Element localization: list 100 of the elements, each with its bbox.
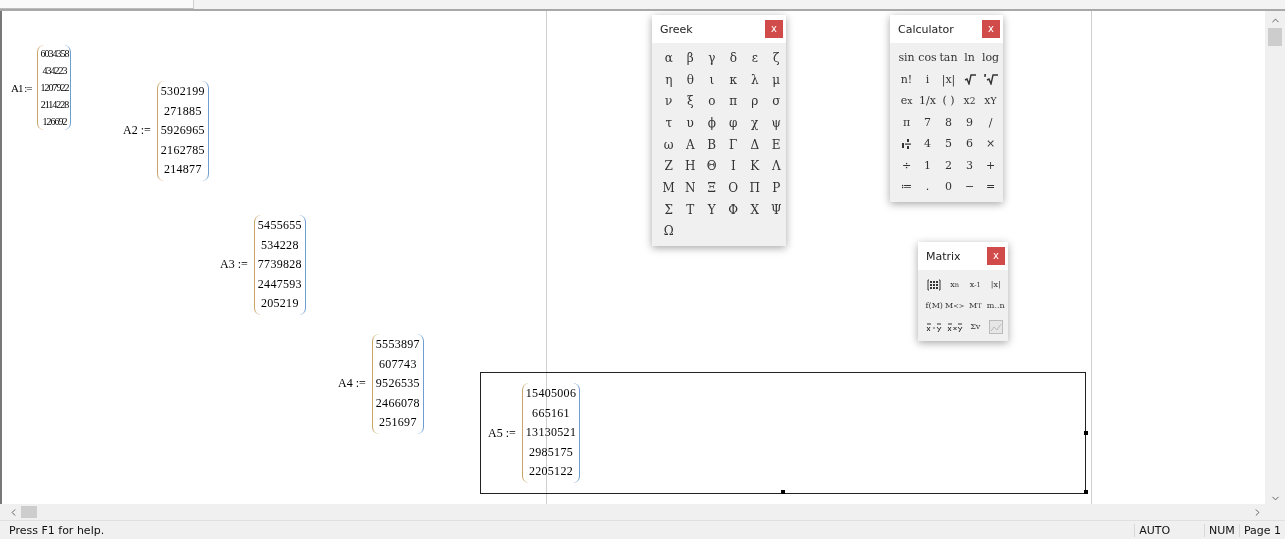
palette-button[interactable]: ζ [765,47,787,69]
palette-button[interactable]: Σv [965,316,986,337]
palette-button[interactable]: Μ [658,177,680,199]
palette-button[interactable]: × [980,133,1001,155]
palette-button[interactable]: 6 [959,133,980,155]
palette-button[interactable]: = [980,176,1001,198]
palette-button[interactable]: Τ [679,198,701,221]
math-region[interactable]: A3 := 5455655 534228 7739828 2447593 205219 [219,214,307,316]
palette-button[interactable]: Ρ [765,177,787,199]
close-button[interactable]: x [982,20,1000,38]
palette-button[interactable]: ω [658,133,680,156]
palette-button[interactable]: Ω [658,220,680,243]
close-button[interactable]: x [765,20,783,38]
palette-button[interactable]: 9 [959,111,980,133]
palette-button[interactable]: n! [896,68,917,90]
palette-button[interactable]: Ε [765,133,787,156]
palette-button[interactable]: τ [658,112,680,134]
palette-button[interactable]: φ [722,112,744,134]
palette-button[interactable]: Δ [744,133,766,156]
close-button[interactable]: x [987,247,1005,265]
palette-button[interactable]: / [980,111,1001,133]
palette-button[interactable]: θ [679,68,701,91]
palette-button[interactable]: 7 [917,111,938,133]
palette-button[interactable]: 1/x [917,90,938,112]
palette-button[interactable]: Ξ [701,177,723,199]
palette-button[interactable]: Ν [679,177,701,199]
palette-button[interactable]: Γ [722,133,744,156]
palette-button[interactable]: Υ [701,198,723,221]
palette-button[interactable]: tan [938,47,959,69]
palette-button[interactable]: χ [744,112,766,134]
palette-button[interactable]: |x| [985,274,1006,295]
math-region[interactable]: A4 := 5553897 607743 9526535 2466078 251697 [337,333,425,435]
palette-button[interactable]: δ [722,47,744,69]
scrollbar-thumb[interactable] [1268,28,1282,46]
palette-button[interactable]: Ο [722,177,744,199]
palette-button[interactable]: Σ [658,198,680,221]
palette-button[interactable]: ( ) [938,90,959,112]
palette-button[interactable]: m..n [985,295,1006,316]
palette-button[interactable]: 1 [917,154,938,176]
palette-button[interactable]: Η [679,155,701,178]
palette-button[interactable]: 2 [938,154,959,176]
palette-button[interactable]: Β [701,133,723,156]
palette-button[interactable]: + [980,154,1001,176]
palette-button[interactable]: Φ [722,198,744,221]
palette-button[interactable]: Ι [722,155,744,178]
palette-button[interactable]: ÷ [896,154,917,176]
palette-button[interactable]: |x| [938,68,959,90]
palette-button[interactable]: η [658,68,680,91]
variable-label: A1:= [11,81,32,94]
resize-handle[interactable] [1084,431,1088,435]
palette-button[interactable]: Α [679,133,701,156]
palette-button[interactable]: ι [701,68,723,91]
palette-button[interactable]: ξ [679,90,701,113]
palette-button[interactable]: ϕ [701,112,723,134]
palette-button[interactable]: sin [896,47,917,69]
palette-button[interactable]: ln [959,47,980,69]
resize-handle[interactable] [781,490,785,494]
palette-button[interactable]: − [959,176,980,198]
palette-button[interactable]: π [896,111,917,133]
palette-button[interactable]: 8 [938,111,959,133]
palette-button[interactable]: 4 [917,133,938,155]
palette-button[interactable]: Θ [701,155,723,178]
palette-button[interactable]: π [722,90,744,113]
palette-button[interactable]: cos [917,47,938,69]
palette-button[interactable]: ε [744,47,766,69]
palette-button[interactable]: 5 [938,133,959,155]
palette-button[interactable]: f(M) [924,295,945,316]
palette-button[interactable]: log [980,47,1001,69]
palette-button[interactable]: Π [744,177,766,199]
math-region[interactable]: A2 := 5302199 271885 5926965 2162785 214877 [122,80,210,182]
math-region[interactable]: A5 := 15405006 665161 13130521 2985175 2205122 [480,372,1086,494]
document-tab[interactable] [0,0,194,9]
palette-button[interactable]: Ζ [658,155,680,178]
palette-button[interactable]: 0 [938,176,959,198]
palette-button[interactable]: Ψ [765,198,787,221]
palette-button[interactable]: ρ [744,90,766,113]
matrix-entry: 13130521 [525,424,577,442]
matrix-entry: 2205122 [528,463,574,481]
palette-button[interactable]: Κ [744,155,766,178]
math-region[interactable]: A1:= 6034358 434223 1207922 2114228 126692 [10,44,73,131]
palette-button[interactable]: β [679,47,701,69]
palette-button[interactable]: ν [658,90,680,113]
palette-button[interactable]: Λ [765,155,787,178]
palette-button[interactable]: ψ [765,112,787,134]
palette-button[interactable]: υ [679,112,701,134]
matrix-entry: 5455655 [257,217,302,234]
palette-button[interactable]: κ [722,68,744,91]
palette-button[interactable]: σ [765,90,787,113]
palette-button[interactable]: . [917,176,938,198]
palette-button[interactable]: ≔ [896,176,917,198]
palette-button[interactable]: i [917,68,938,90]
palette-button[interactable]: λ [744,68,766,91]
resize-handle[interactable] [1084,490,1088,494]
palette-button[interactable]: γ [701,47,723,69]
palette-button[interactable]: α [658,47,680,69]
palette-button[interactable]: 3 [959,154,980,176]
palette-button[interactable]: ο [701,90,723,113]
palette-button[interactable]: μ [765,68,787,91]
scrollbar-thumb[interactable] [21,506,37,518]
palette-button[interactable]: Χ [744,198,766,221]
